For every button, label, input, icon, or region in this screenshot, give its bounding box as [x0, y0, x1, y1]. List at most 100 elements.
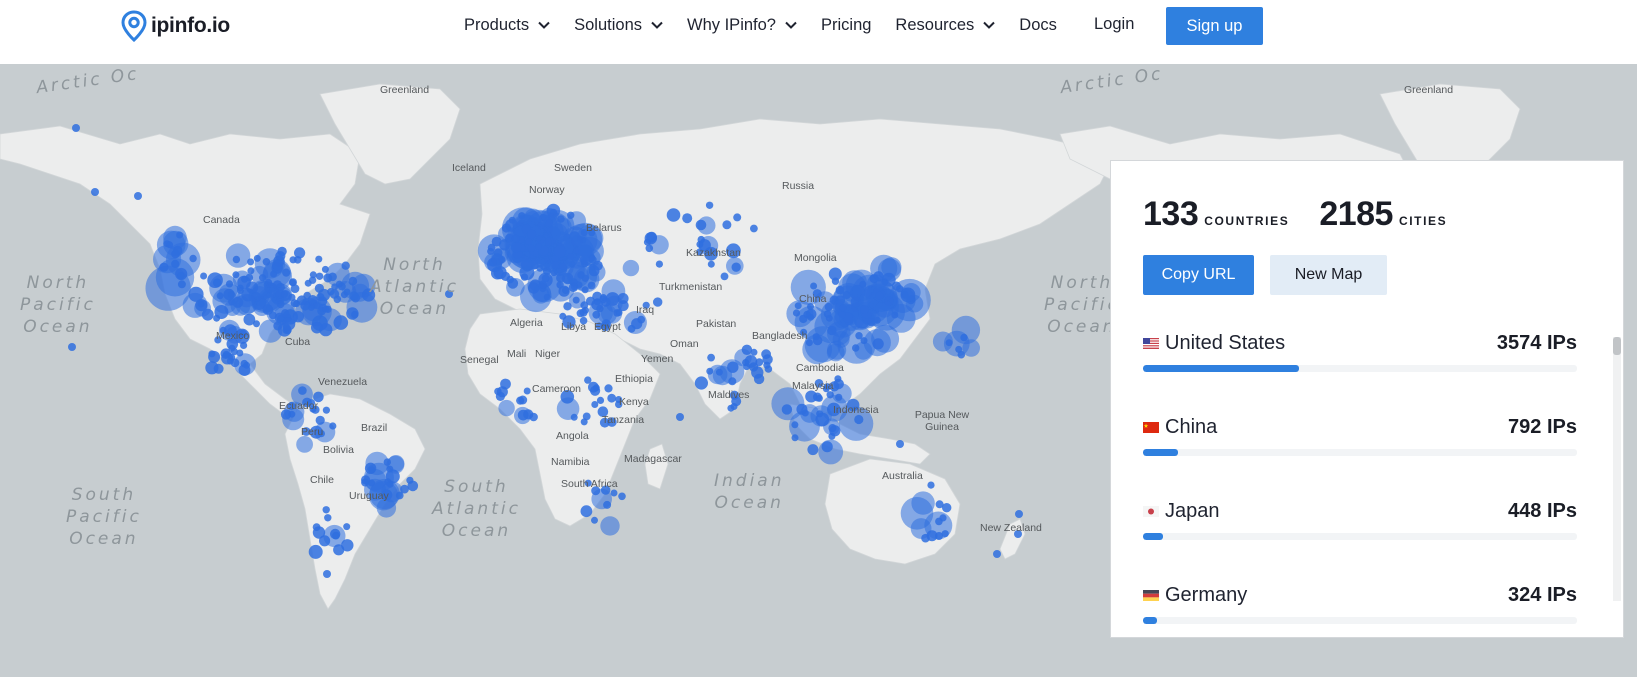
countries-count: 133 — [1143, 195, 1199, 233]
ip-dot — [581, 286, 589, 294]
country-row[interactable]: Japan 448 IPs — [1143, 499, 1577, 583]
ip-dot — [935, 532, 943, 540]
ip-dot — [253, 320, 260, 328]
ip-dot — [541, 274, 550, 283]
ip-dot — [705, 201, 714, 209]
country-label: New Zealand — [980, 522, 1042, 534]
list-scrollbar-thumb[interactable] — [1613, 337, 1621, 355]
ip-dot — [200, 272, 208, 280]
ip-dot — [742, 359, 750, 367]
ip-dot — [507, 278, 519, 289]
country-row[interactable]: United States 3574 IPs — [1143, 331, 1577, 415]
ip-dot — [666, 208, 681, 222]
ip-dot — [588, 381, 599, 393]
signup-button[interactable]: Sign up — [1166, 7, 1263, 45]
country-label: Norway — [529, 184, 565, 196]
ip-dot — [781, 404, 793, 415]
country-label: Cuba — [285, 336, 311, 348]
logo-text: ipinfo.io — [151, 14, 230, 37]
progress-fill — [1143, 533, 1163, 540]
country-label: Kazakhstan — [686, 247, 741, 259]
ip-dot — [722, 220, 732, 230]
ip-dot — [232, 271, 240, 279]
ip-dot — [962, 339, 980, 357]
nav-resources[interactable]: Resources — [895, 16, 996, 35]
country-label: Brazil — [361, 422, 388, 434]
ip-dot — [791, 421, 799, 429]
cn-flag-icon — [1143, 421, 1159, 433]
ip-dot — [189, 254, 197, 263]
progress-track — [1143, 533, 1577, 540]
country-label: Angola — [556, 430, 589, 442]
ip-dot — [827, 321, 851, 346]
ip-dot — [707, 353, 715, 362]
login-link[interactable]: Login — [1094, 15, 1134, 34]
country-label: South Africa — [561, 478, 618, 490]
ip-dot — [927, 481, 935, 489]
ip-dot — [755, 358, 764, 367]
ip-dot — [363, 462, 394, 493]
country-name: China — [1165, 415, 1218, 438]
ip-count: 448 IPs — [1508, 499, 1577, 522]
ip-dot — [921, 533, 930, 543]
country-label: Algeria — [510, 317, 543, 329]
nav-why-ipinfo[interactable]: Why IPinfo? — [687, 16, 797, 35]
country-label: Ecuador — [279, 400, 319, 412]
ip-dot — [322, 305, 330, 313]
country-label: Egypt — [594, 321, 621, 333]
country-label: Yemen — [641, 353, 674, 365]
country-list: United States 3574 IPs China 792 IPs Jap… — [1143, 331, 1577, 637]
country-label: Chile — [310, 474, 334, 486]
country-row[interactable]: Germany 324 IPs — [1143, 583, 1577, 637]
ip-dot — [230, 295, 251, 316]
country-label: Madagascar — [624, 453, 682, 465]
ip-dot — [159, 262, 169, 272]
jp-flag-icon — [1143, 505, 1159, 517]
ip-dot — [250, 265, 269, 284]
ocean-label: North Pacific Ocean — [1044, 273, 1120, 338]
ip-dot — [247, 258, 255, 266]
ip-dot — [228, 344, 236, 352]
ip-dot — [828, 432, 836, 440]
country-label: Oman — [670, 338, 699, 350]
list-scrollbar-track[interactable] — [1613, 337, 1621, 601]
ip-dot — [329, 289, 340, 299]
ip-dot — [805, 390, 818, 403]
ip-dot — [580, 505, 593, 518]
nav-pricing[interactable]: Pricing — [821, 16, 871, 35]
ip-dot — [400, 484, 409, 494]
country-label: Papua New Guinea — [914, 409, 970, 433]
country-label: Belarus — [586, 222, 622, 234]
country-label: Malaysia — [792, 380, 834, 392]
nav-products[interactable]: Products — [464, 16, 550, 35]
ip-dot — [520, 280, 552, 313]
ip-dot — [733, 213, 742, 222]
nav-solutions[interactable]: Solutions — [574, 16, 663, 35]
new-map-button[interactable]: New Map — [1270, 255, 1387, 295]
ip-dot — [166, 241, 174, 249]
country-label: Venezuela — [318, 376, 368, 388]
country-label: Greenland — [380, 84, 430, 96]
ip-dot — [839, 304, 847, 312]
ip-dot — [591, 401, 599, 408]
copy-url-button[interactable]: Copy URL — [1143, 255, 1254, 295]
ip-dot — [201, 308, 214, 321]
ip-dot — [300, 300, 311, 311]
ip-dot — [567, 253, 575, 261]
us-flag-icon — [1143, 337, 1159, 349]
ip-dot — [896, 440, 904, 448]
ip-dot — [296, 436, 313, 453]
ip-dot — [570, 413, 578, 421]
logo[interactable]: ipinfo.io — [121, 10, 230, 42]
ip-dot — [277, 246, 287, 257]
ip-dot — [308, 276, 317, 284]
ip-dot — [556, 281, 564, 289]
ip-dot — [618, 492, 626, 501]
ip-dot — [311, 321, 323, 334]
ip-dot — [587, 281, 596, 290]
ip-dot — [805, 308, 817, 320]
country-row[interactable]: China 792 IPs — [1143, 415, 1577, 499]
cities-count: 2185 — [1319, 195, 1393, 233]
progress-track — [1143, 449, 1577, 456]
nav-docs[interactable]: Docs — [1019, 16, 1057, 35]
